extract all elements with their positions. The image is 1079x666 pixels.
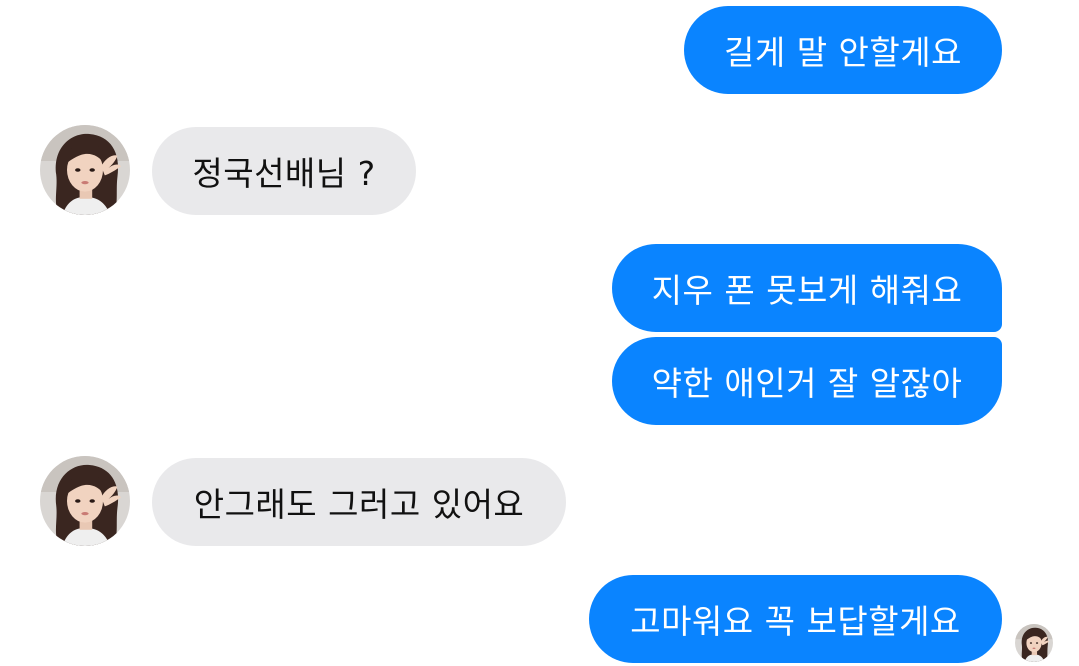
message-text: 지우 폰 못보게 해줘요 <box>651 271 963 310</box>
contact-avatar-icon[interactable] <box>40 456 130 546</box>
message-text: 안그래도 그러고 있어요 <box>193 485 525 524</box>
message-text: 정국선배님 ? <box>192 154 376 193</box>
message-text: 약한 애인거 잘 알잖아 <box>651 364 963 403</box>
message-bubble-sent[interactable]: 길게 말 안할게요 <box>684 6 1002 94</box>
message-bubble-sent[interactable]: 지우 폰 못보게 해줘요 <box>612 244 1002 332</box>
message-bubble-received[interactable]: 정국선배님 ? <box>152 127 416 215</box>
message-bubble-received[interactable]: 안그래도 그러고 있어요 <box>152 458 566 546</box>
message-text: 길게 말 안할게요 <box>724 33 962 72</box>
read-receipt-avatar-icon <box>1015 624 1053 662</box>
message-text: 고마워요 꼭 보답할게요 <box>630 602 961 641</box>
contact-avatar-icon[interactable] <box>40 125 130 215</box>
message-bubble-sent[interactable]: 고마워요 꼭 보답할게요 <box>589 575 1002 663</box>
message-bubble-sent[interactable]: 약한 애인거 잘 알잖아 <box>612 337 1002 425</box>
